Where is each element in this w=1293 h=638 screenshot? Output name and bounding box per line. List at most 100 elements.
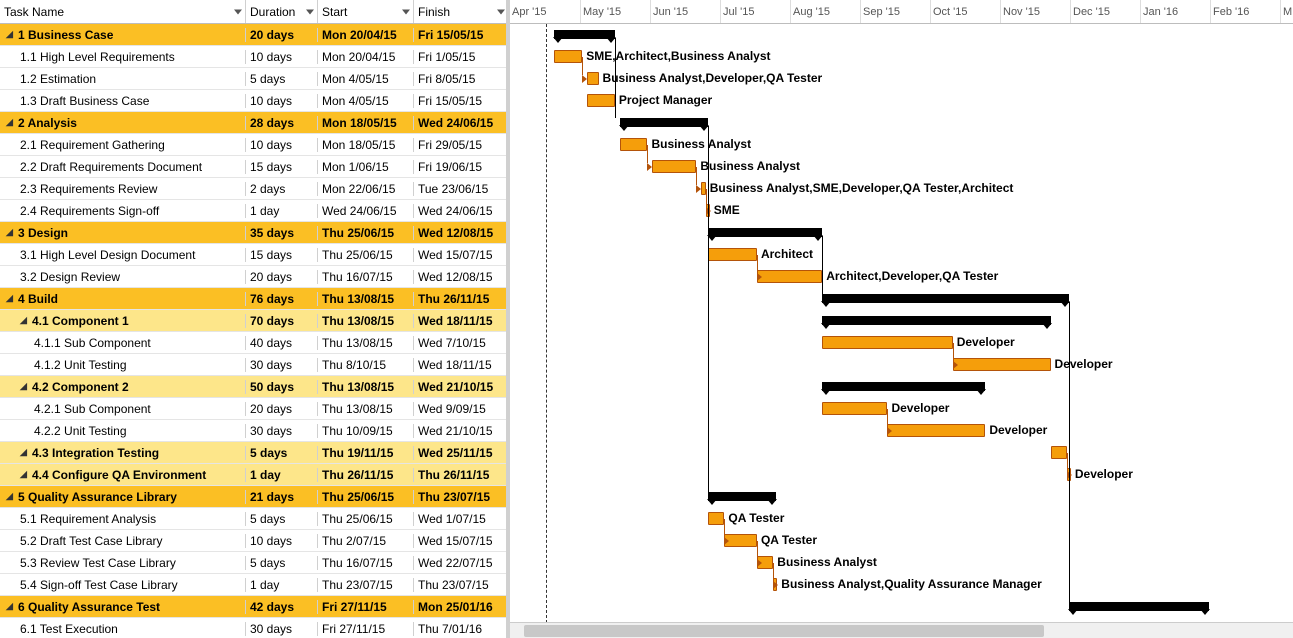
- timeline-month: Jan '16: [1140, 0, 1210, 23]
- duration-cell: 1 day: [246, 468, 318, 482]
- task-row[interactable]: ◢4.3 Integration Testing5 daysThu 19/11/…: [0, 442, 506, 464]
- task-name-cell: 3.2 Design Review: [20, 270, 120, 284]
- summary-bar[interactable]: [822, 382, 985, 391]
- gantt-row: Business Analyst: [510, 134, 1293, 156]
- task-bar[interactable]: [822, 336, 952, 349]
- task-row[interactable]: 2.1 Requirement Gathering10 daysMon 18/0…: [0, 134, 506, 156]
- finish-cell: Wed 12/08/15: [414, 270, 506, 284]
- task-row[interactable]: 4.1.2 Unit Testing30 daysThu 8/10/15Wed …: [0, 354, 506, 376]
- collapse-icon[interactable]: ◢: [20, 316, 28, 325]
- summary-bar[interactable]: [822, 294, 1069, 303]
- summary-bar[interactable]: [708, 228, 822, 237]
- finish-cell: Fri 15/05/15: [414, 28, 506, 42]
- summary-bar[interactable]: [708, 492, 776, 501]
- finish-cell: Thu 23/07/15: [414, 578, 506, 592]
- collapse-icon[interactable]: ◢: [20, 382, 28, 391]
- collapse-icon[interactable]: ◢: [6, 294, 14, 303]
- summary-bar[interactable]: [620, 118, 709, 127]
- task-bar[interactable]: [652, 160, 696, 173]
- task-row[interactable]: ◢4.1 Component 170 daysThu 13/08/15Wed 1…: [0, 310, 506, 332]
- task-row[interactable]: 1.2 Estimation5 daysMon 4/05/15Fri 8/05/…: [0, 68, 506, 90]
- collapse-icon[interactable]: ◢: [6, 602, 14, 611]
- task-bar[interactable]: [822, 402, 887, 415]
- task-name-cell: 5.3 Review Test Case Library: [20, 556, 176, 570]
- task-name-cell: 2 Analysis: [18, 116, 77, 130]
- bar-resource-label: QA Tester: [728, 511, 784, 525]
- task-row[interactable]: 3.2 Design Review20 daysThu 16/07/15Wed …: [0, 266, 506, 288]
- task-row[interactable]: ◢4 Build76 daysThu 13/08/15Thu 26/11/15: [0, 288, 506, 310]
- start-cell: Mon 4/05/15: [318, 72, 414, 86]
- finish-cell: Wed 25/11/15: [414, 446, 506, 460]
- task-row[interactable]: 4.2.2 Unit Testing30 daysThu 10/09/15Wed…: [0, 420, 506, 442]
- duration-cell: 30 days: [246, 424, 318, 438]
- dropdown-icon[interactable]: [402, 9, 410, 14]
- task-bar[interactable]: [1051, 446, 1067, 459]
- task-bar[interactable]: [708, 512, 724, 525]
- col-header-duration-label: Duration: [250, 5, 295, 19]
- task-bar[interactable]: [757, 270, 822, 283]
- task-row[interactable]: 1.3 Draft Business Case10 daysMon 4/05/1…: [0, 90, 506, 112]
- gantt-chart[interactable]: Apr '15May '15Jun '15Jul '15Aug '15Sep '…: [510, 0, 1293, 638]
- start-cell: Thu 25/06/15: [318, 512, 414, 526]
- task-row[interactable]: 4.1.1 Sub Component40 daysThu 13/08/15We…: [0, 332, 506, 354]
- timeline-month: Nov '15: [1000, 0, 1070, 23]
- task-bar[interactable]: [620, 138, 648, 151]
- task-row[interactable]: 4.2.1 Sub Component20 daysThu 13/08/15We…: [0, 398, 506, 420]
- task-row[interactable]: 6.1 Test Execution30 daysFri 27/11/15Thu…: [0, 618, 506, 638]
- task-bar[interactable]: [587, 72, 599, 85]
- task-row[interactable]: 1.1 High Level Requirements10 daysMon 20…: [0, 46, 506, 68]
- gantt-row: [510, 486, 1293, 508]
- summary-bar[interactable]: [822, 316, 1050, 325]
- task-bar[interactable]: [554, 50, 582, 63]
- collapse-icon[interactable]: ◢: [6, 228, 14, 237]
- duration-cell: 10 days: [246, 534, 318, 548]
- task-name-cell: 1.3 Draft Business Case: [20, 94, 149, 108]
- start-cell: Mon 18/05/15: [318, 138, 414, 152]
- col-header-task[interactable]: Task Name: [0, 0, 246, 23]
- task-row[interactable]: ◢5 Quality Assurance Library21 daysThu 2…: [0, 486, 506, 508]
- dropdown-icon[interactable]: [497, 9, 505, 14]
- task-row[interactable]: 2.3 Requirements Review2 daysMon 22/06/1…: [0, 178, 506, 200]
- task-bar[interactable]: [701, 182, 706, 195]
- task-row[interactable]: 5.2 Draft Test Case Library10 daysThu 2/…: [0, 530, 506, 552]
- task-row[interactable]: 5.3 Review Test Case Library5 daysThu 16…: [0, 552, 506, 574]
- task-row[interactable]: 3.1 High Level Design Document15 daysThu…: [0, 244, 506, 266]
- finish-cell: Fri 19/06/15: [414, 160, 506, 174]
- col-header-finish[interactable]: Finish: [414, 0, 508, 23]
- task-row[interactable]: ◢4.2 Component 250 daysThu 13/08/15Wed 2…: [0, 376, 506, 398]
- task-row[interactable]: 2.2 Draft Requirements Document15 daysMo…: [0, 156, 506, 178]
- dropdown-icon[interactable]: [306, 9, 314, 14]
- collapse-icon[interactable]: ◢: [6, 118, 14, 127]
- duration-cell: 2 days: [246, 182, 318, 196]
- dropdown-icon[interactable]: [234, 9, 242, 14]
- task-bar[interactable]: [587, 94, 615, 107]
- task-row[interactable]: 5.1 Requirement Analysis5 daysThu 25/06/…: [0, 508, 506, 530]
- col-header-start[interactable]: Start: [318, 0, 414, 23]
- gantt-row: [510, 112, 1293, 134]
- summary-bar[interactable]: [554, 30, 615, 39]
- task-name-cell: 5.2 Draft Test Case Library: [20, 534, 163, 548]
- finish-cell: Tue 23/06/15: [414, 182, 506, 196]
- summary-bar[interactable]: [1069, 602, 1209, 611]
- scroll-thumb[interactable]: [524, 625, 1044, 637]
- collapse-icon[interactable]: ◢: [6, 30, 14, 39]
- task-bar[interactable]: [887, 424, 985, 437]
- col-header-duration[interactable]: Duration: [246, 0, 318, 23]
- task-bar[interactable]: [953, 358, 1051, 371]
- bar-resource-label: Business Analyst,SME,Developer,QA Tester…: [710, 181, 1014, 195]
- gantt-body[interactable]: SME,Architect,Business AnalystBusiness A…: [510, 24, 1293, 638]
- collapse-icon[interactable]: ◢: [6, 492, 14, 501]
- gantt-horizontal-scrollbar[interactable]: [510, 622, 1293, 638]
- task-row[interactable]: ◢2 Analysis28 daysMon 18/05/15Wed 24/06/…: [0, 112, 506, 134]
- start-cell: Thu 19/11/15: [318, 446, 414, 460]
- task-row[interactable]: 2.4 Requirements Sign-off1 dayWed 24/06/…: [0, 200, 506, 222]
- collapse-icon[interactable]: ◢: [20, 470, 28, 479]
- task-row[interactable]: ◢6 Quality Assurance Test42 daysFri 27/1…: [0, 596, 506, 618]
- task-bar[interactable]: [708, 248, 757, 261]
- task-row[interactable]: ◢3 Design35 daysThu 25/06/15Wed 12/08/15: [0, 222, 506, 244]
- collapse-icon[interactable]: ◢: [20, 448, 28, 457]
- gantt-row: Business Analyst,Developer,QA Tester: [510, 68, 1293, 90]
- task-row[interactable]: ◢1 Business Case20 daysMon 20/04/15Fri 1…: [0, 24, 506, 46]
- task-row[interactable]: ◢4.4 Configure QA Environment1 dayThu 26…: [0, 464, 506, 486]
- task-row[interactable]: 5.4 Sign-off Test Case Library1 dayThu 2…: [0, 574, 506, 596]
